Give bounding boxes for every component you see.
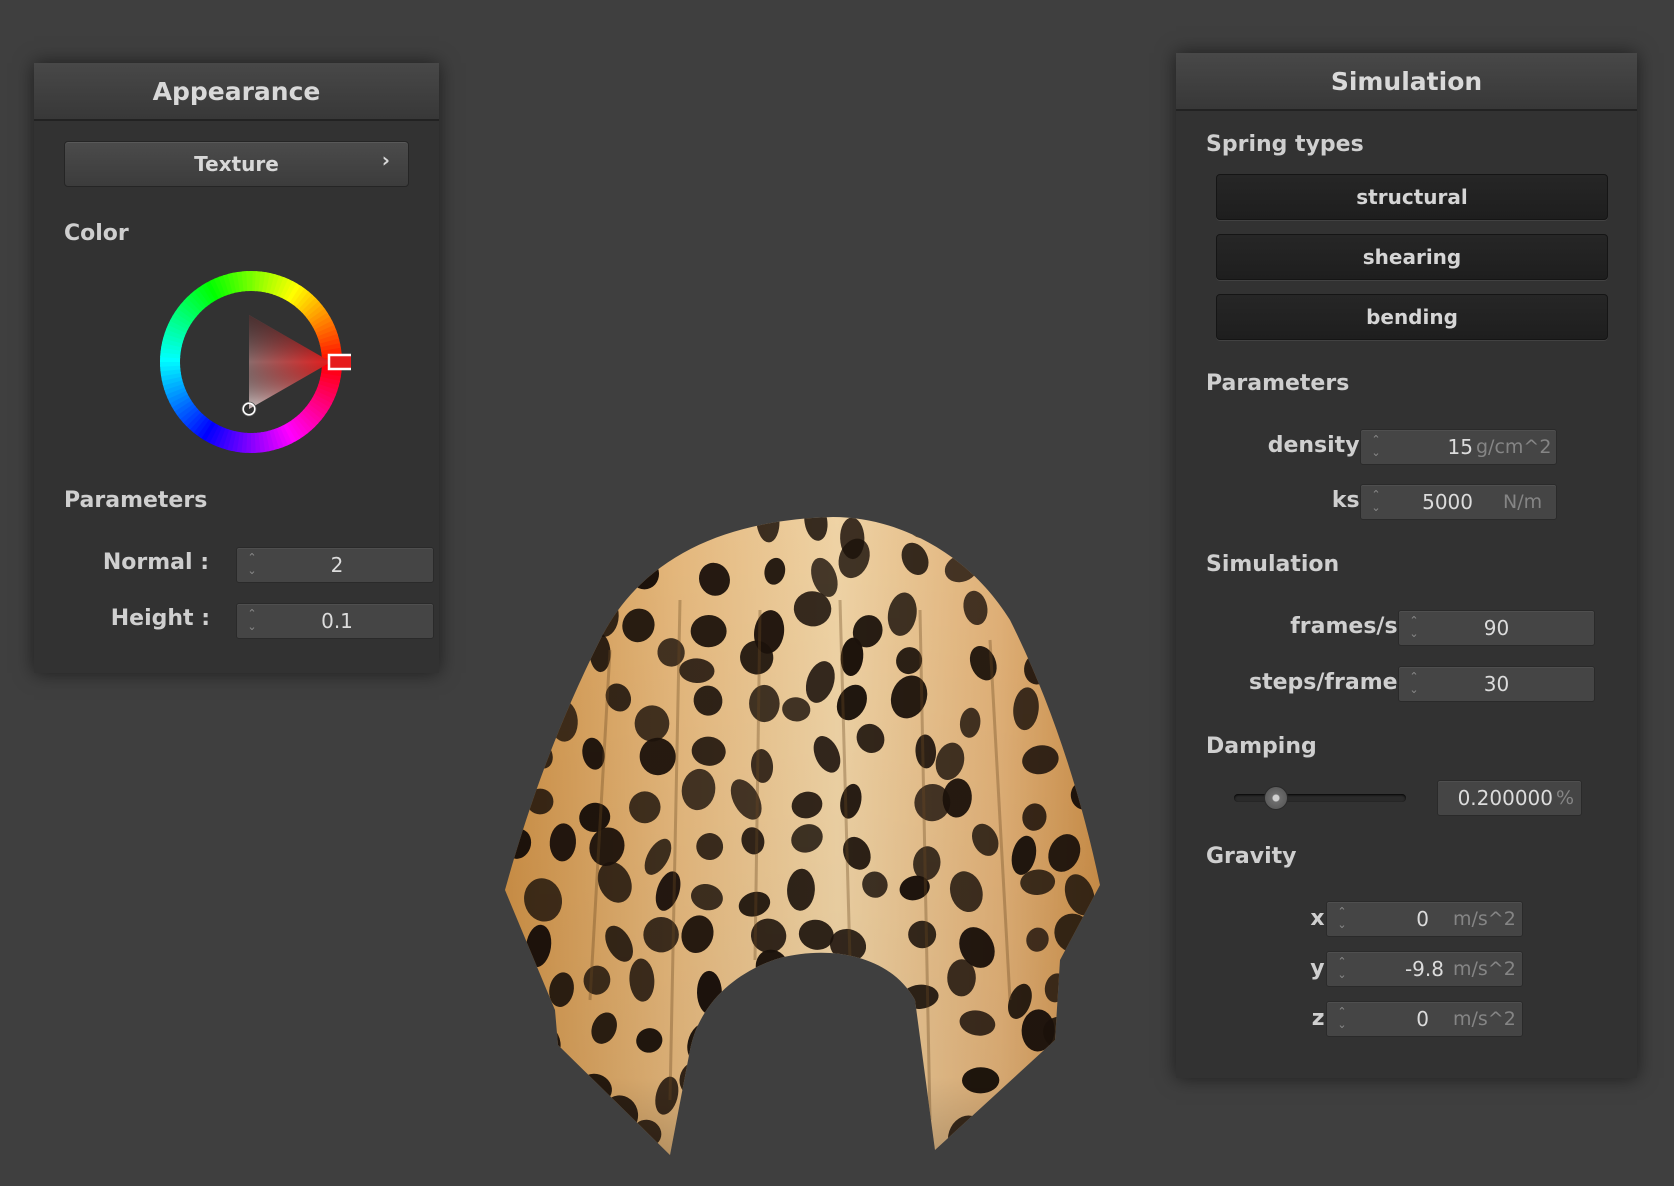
gravity-z-unit: m/s^2	[1453, 1008, 1516, 1030]
gravity-x-unit: m/s^2	[1453, 908, 1516, 930]
steps-spinbox[interactable]: ⌃ ⌄ 30	[1398, 666, 1595, 702]
simulation-section-label: Simulation	[1206, 552, 1340, 577]
gravity-z-label: z :	[1311, 1006, 1341, 1031]
gravity-label: Gravity	[1206, 844, 1297, 869]
density-value: 15	[1447, 435, 1473, 459]
ks-unit: N/m	[1503, 491, 1543, 513]
density-label: density :	[1267, 433, 1376, 458]
fps-spinbox[interactable]: ⌃ ⌄ 90	[1398, 610, 1595, 646]
fps-value: 90	[1483, 616, 1510, 640]
density-spinbox[interactable]: ⌃ ⌄ 15 g/cm^2	[1360, 429, 1557, 465]
hue-selector-handle[interactable]	[327, 353, 351, 371]
spin-arrows-icon[interactable]: ⌃ ⌄	[1336, 955, 1348, 983]
normal-value: 2	[330, 553, 344, 577]
spin-arrows-icon[interactable]: ⌃ ⌄	[1370, 488, 1382, 516]
bending-spring-button[interactable]: bending	[1216, 294, 1608, 340]
damping-slider-track	[1234, 794, 1406, 802]
simulation-panel: Simulation Spring types structural shear…	[1176, 53, 1637, 1078]
gravity-y-value: -9.8	[1404, 957, 1444, 981]
color-wheel[interactable]	[151, 258, 351, 458]
spin-arrows-icon[interactable]: ⌃ ⌄	[246, 551, 258, 579]
chevron-right-icon: ›	[381, 148, 390, 172]
gravity-y-spinbox[interactable]: ⌃ ⌄ -9.8 m/s^2	[1326, 951, 1523, 987]
structural-spring-button[interactable]: structural	[1216, 174, 1608, 220]
spin-arrows-icon[interactable]: ⌃ ⌄	[246, 607, 258, 635]
shearing-spring-button[interactable]: shearing	[1216, 234, 1608, 280]
height-spinbox[interactable]: ⌃ ⌄ 0.1	[236, 603, 434, 639]
texture-button[interactable]: Texture ›	[64, 141, 409, 187]
gravity-y-unit: m/s^2	[1453, 958, 1516, 980]
spin-arrows-icon[interactable]: ⌃ ⌄	[1408, 670, 1420, 698]
ks-value: 5000	[1422, 490, 1473, 514]
color-section-label: Color	[64, 221, 129, 246]
ks-spinbox[interactable]: ⌃ ⌄ 5000 N/m	[1360, 484, 1557, 520]
gravity-x-spinbox[interactable]: ⌃ ⌄ 0 m/s^2	[1326, 901, 1523, 937]
gravity-z-value: 0	[1416, 1007, 1429, 1031]
density-unit: g/cm^2	[1476, 436, 1552, 458]
simulation-parameters-label: Parameters	[1206, 371, 1350, 396]
spring-types-label: Spring types	[1206, 132, 1364, 157]
height-value: 0.1	[321, 609, 353, 633]
damping-slider-thumb[interactable]	[1264, 786, 1288, 810]
texture-button-label: Texture	[194, 152, 279, 176]
simulation-panel-title: Simulation	[1176, 53, 1637, 111]
normal-spinbox[interactable]: ⌃ ⌄ 2	[236, 547, 434, 583]
appearance-panel: Appearance Texture › Color Parameters No…	[34, 63, 439, 673]
damping-value-box[interactable]: 0.200000 %	[1437, 780, 1582, 816]
damping-value: 0.200000	[1457, 786, 1553, 810]
spin-arrows-icon[interactable]: ⌃ ⌄	[1370, 433, 1382, 461]
gravity-z-spinbox[interactable]: ⌃ ⌄ 0 m/s^2	[1326, 1001, 1523, 1037]
gravity-y-label: y :	[1310, 956, 1341, 981]
spin-arrows-icon[interactable]: ⌃ ⌄	[1336, 905, 1348, 933]
normal-label: Normal :	[102, 550, 209, 575]
ks-label: ks :	[1331, 488, 1376, 513]
steps-value: 30	[1483, 672, 1510, 696]
damping-label: Damping	[1206, 734, 1317, 759]
spin-arrows-icon[interactable]: ⌃ ⌄	[1336, 1005, 1348, 1033]
damping-unit: %	[1556, 787, 1575, 809]
appearance-panel-title: Appearance	[34, 63, 439, 121]
spin-arrows-icon[interactable]: ⌃ ⌄	[1408, 614, 1420, 642]
appearance-parameters-label: Parameters	[64, 488, 208, 513]
steps-label: steps/frame :	[1249, 670, 1414, 695]
gravity-x-label: x :	[1310, 906, 1341, 931]
height-label: Height :	[110, 606, 210, 631]
fps-label: frames/s :	[1290, 614, 1414, 639]
gravity-x-value: 0	[1416, 907, 1429, 931]
damping-slider[interactable]	[1234, 786, 1406, 810]
